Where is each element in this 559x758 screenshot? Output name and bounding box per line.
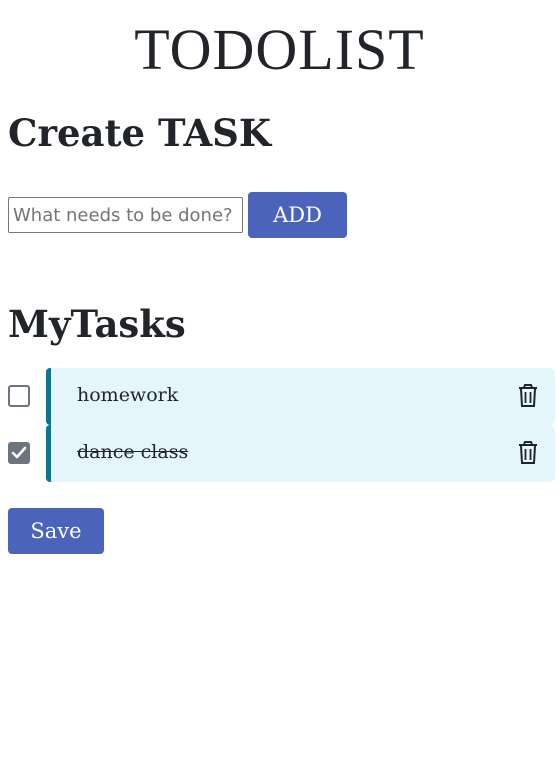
task-item: dance class — [0, 425, 559, 482]
app-title: TODOLIST — [134, 17, 425, 82]
check-icon — [11, 446, 27, 459]
task-checkbox[interactable] — [8, 385, 30, 407]
trash-icon[interactable] — [517, 384, 539, 408]
task-card: dance class — [46, 425, 555, 482]
save-button[interactable]: Save — [8, 508, 104, 554]
trash-icon[interactable] — [517, 441, 539, 465]
task-card: homework — [46, 368, 555, 425]
task-checkbox[interactable] — [8, 442, 30, 464]
task-input[interactable] — [8, 197, 243, 233]
create-task-heading: Create TASK — [8, 111, 272, 155]
add-button[interactable]: ADD — [248, 192, 347, 238]
my-tasks-heading: MyTasks — [8, 302, 186, 346]
task-label: dance class — [77, 441, 189, 463]
task-item: homework — [0, 368, 559, 425]
task-label: homework — [77, 384, 179, 406]
